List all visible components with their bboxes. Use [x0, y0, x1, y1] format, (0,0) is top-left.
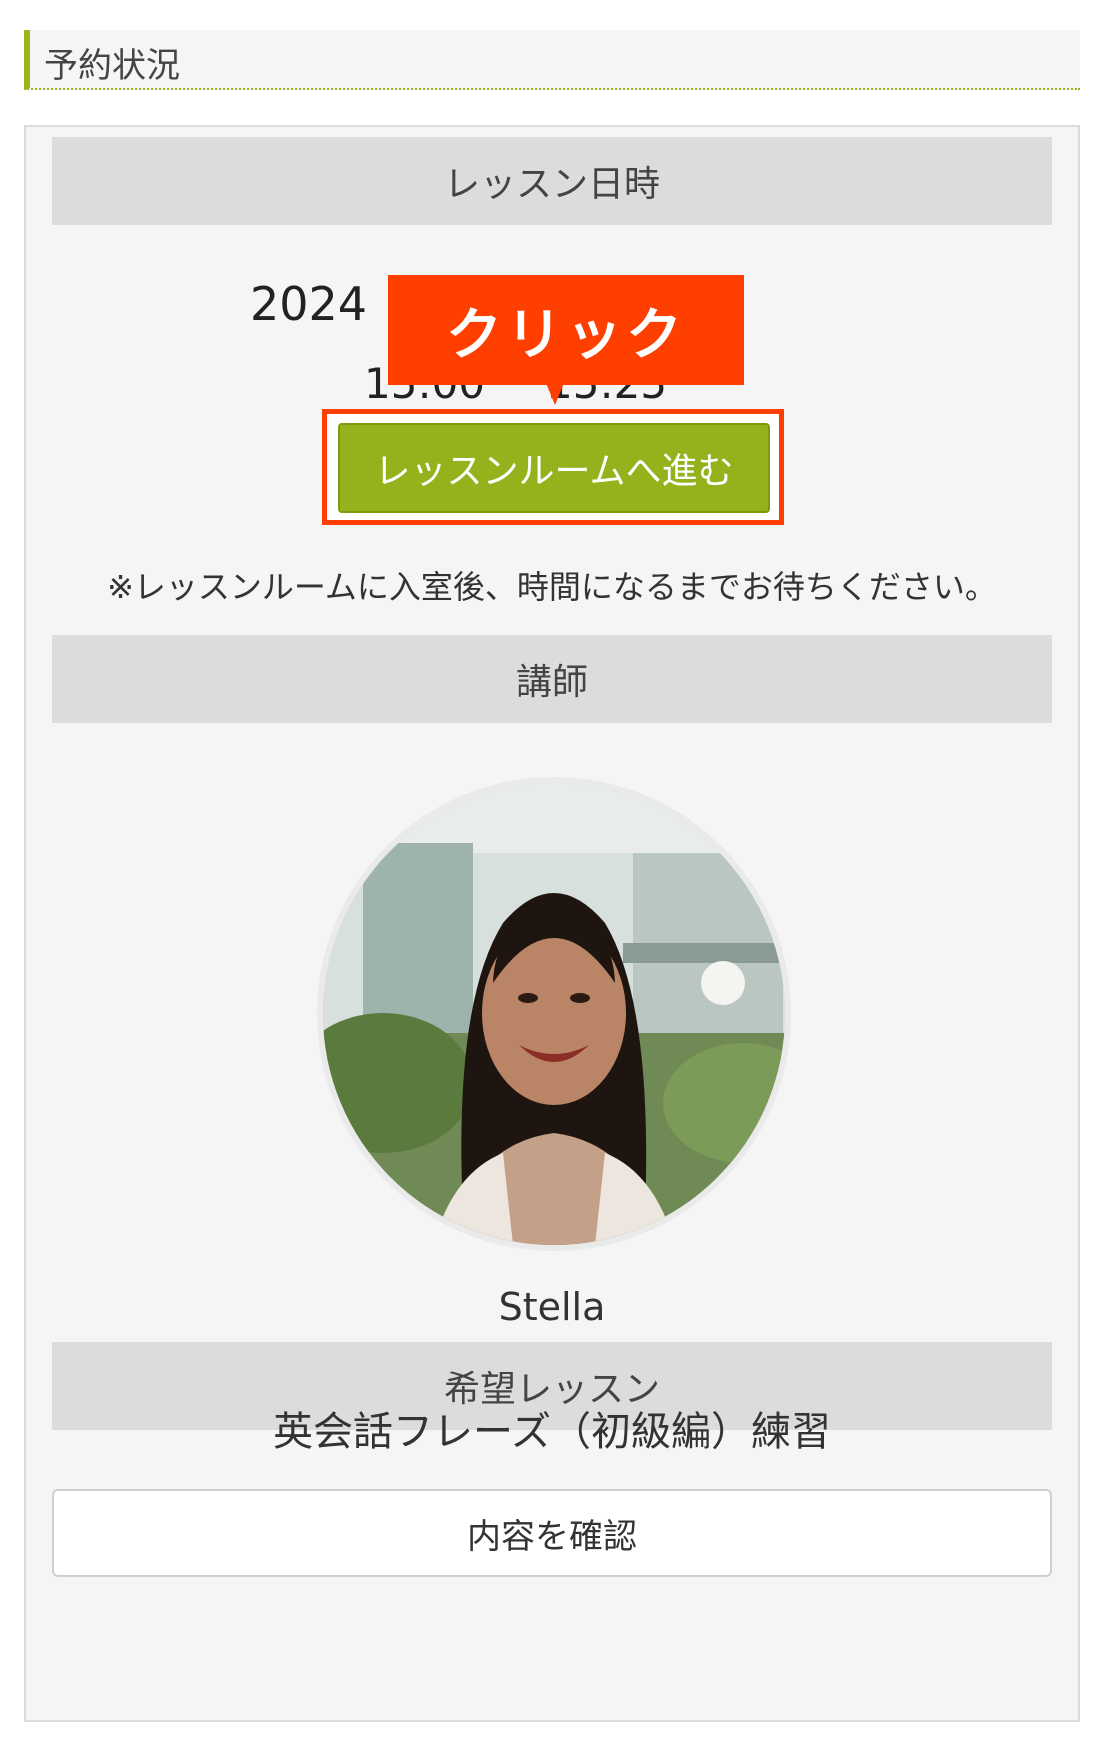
- tutor-photo: [323, 783, 785, 1245]
- tutor-name[interactable]: Stella: [26, 1285, 1078, 1329]
- enter-lesson-room-button[interactable]: レッスンルームへ進む: [338, 423, 770, 513]
- page-header: 予約状況: [24, 30, 1080, 90]
- enter-lesson-room-label: レッスンルームへ進む: [374, 451, 734, 492]
- tutor-heading-label: 講師: [515, 662, 588, 703]
- click-callout-label: クリック: [446, 302, 686, 368]
- lesson-date-start: 2024: [250, 277, 368, 331]
- lesson-datetime-heading: レッスン日時: [52, 137, 1052, 225]
- lesson-name: 英会話フレーズ（初級編）練習: [273, 1409, 831, 1455]
- callout-pointer: [546, 383, 564, 405]
- tutor-avatar[interactable]: [317, 777, 791, 1251]
- waiting-notice: ※レッスンルームに入室後、時間になるまでお待ちください。: [107, 568, 997, 606]
- click-callout: クリック: [388, 275, 744, 385]
- confirm-content-button[interactable]: 内容を確認: [52, 1489, 1052, 1577]
- lesson-datetime-heading-label: レッスン日時: [443, 164, 660, 205]
- page-title: 予約状況: [44, 46, 180, 86]
- reservation-panel: レッスン日時 2024 K) 15:00 15:25 レッスンルームへ進む クリ…: [24, 125, 1080, 1722]
- confirm-content-label: 内容を確認: [467, 1516, 637, 1557]
- tutor-heading: 講師: [52, 635, 1052, 723]
